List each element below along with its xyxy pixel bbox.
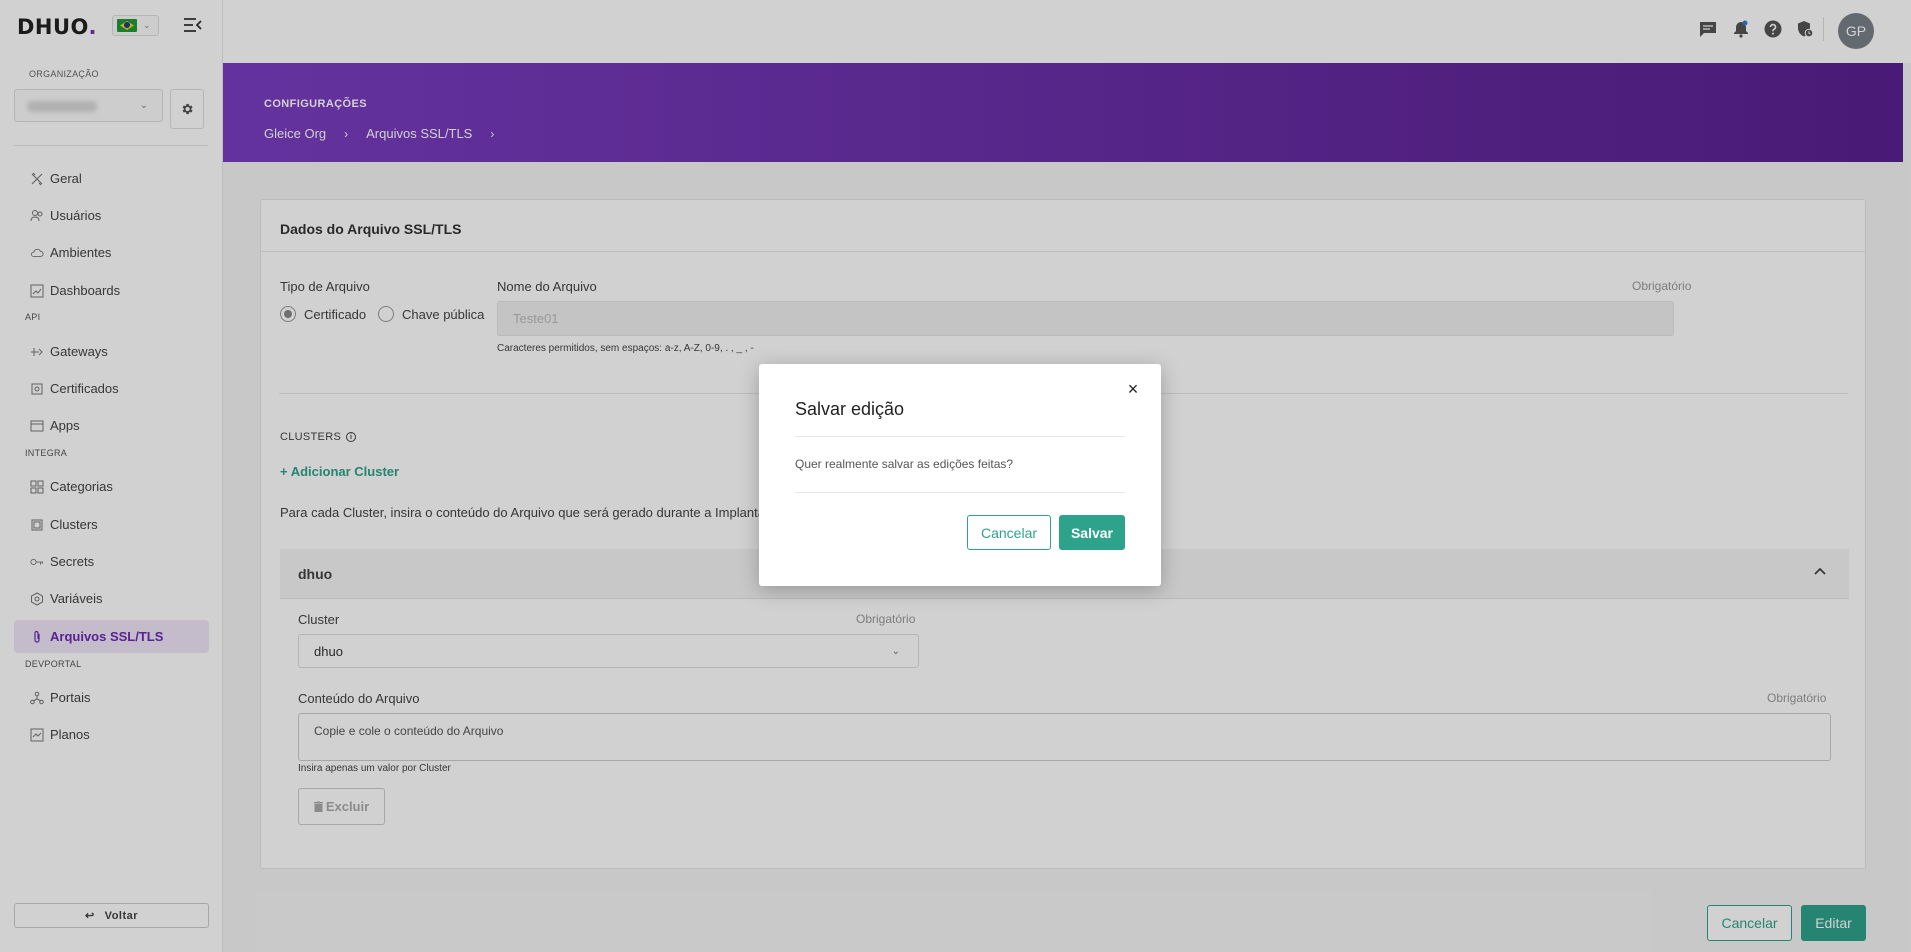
modal-cancel-button[interactable]: Cancelar bbox=[967, 515, 1051, 550]
confirm-save-modal: × Salvar edição Quer realmente salvar as… bbox=[759, 364, 1161, 586]
modal-save-button[interactable]: Salvar bbox=[1059, 515, 1125, 550]
modal-title: Salvar edição bbox=[795, 399, 905, 419]
close-icon[interactable]: × bbox=[1124, 379, 1142, 399]
modal-divider bbox=[795, 492, 1125, 493]
modal-message: Quer realmente salvar as edições feitas? bbox=[795, 457, 1014, 471]
modal-divider bbox=[795, 436, 1125, 437]
